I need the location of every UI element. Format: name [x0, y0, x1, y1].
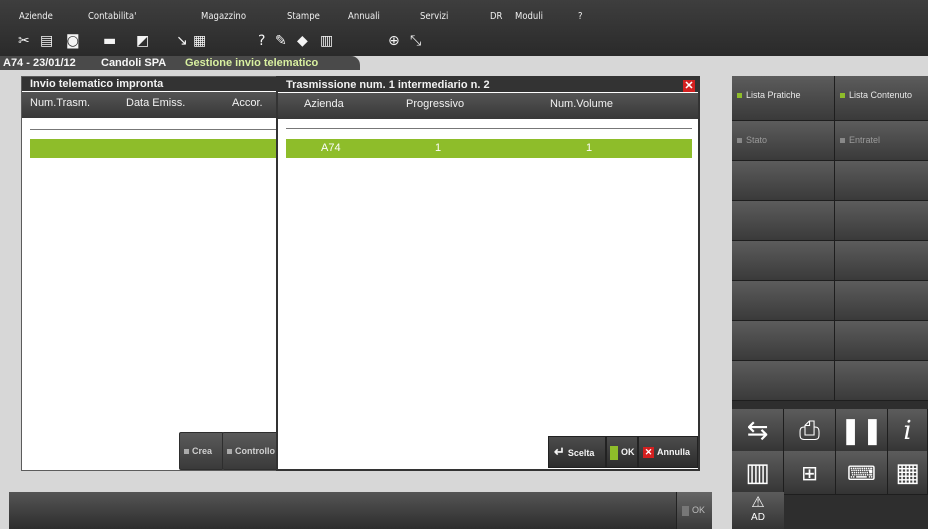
pause-icon[interactable]: ❚❚	[836, 409, 888, 453]
column-header: Num.Trasm. Data Emiss. Accor.	[22, 92, 278, 118]
col-progressivo[interactable]: Progressivo	[406, 98, 464, 110]
panel-title: Invio telematico impronta	[22, 77, 278, 91]
barcode-icon[interactable]: ▥	[732, 451, 784, 495]
document-icon[interactable]: ▤	[40, 33, 53, 49]
info-icon[interactable]: i	[888, 409, 928, 453]
menu-stampe[interactable]: Stampe	[287, 11, 320, 22]
breadcrumb-module: Gestione invio telematico	[185, 57, 319, 69]
keyboard-icon[interactable]: ⌨	[836, 451, 888, 495]
import-icon[interactable]: ◩	[136, 33, 149, 49]
enter-icon: ↵	[554, 444, 565, 459]
fullscreen-icon[interactable]: ⤡	[410, 33, 421, 49]
zoom-icon[interactable]: ⊕	[388, 33, 400, 49]
close-icon[interactable]: ✕	[683, 80, 695, 92]
breadcrumb: A74 - 23/01/12 Candoli SPA Gestione invi…	[0, 56, 360, 70]
menu-help[interactable]: ?	[578, 11, 583, 22]
menu-bar: Aziende Contabilita' Magazzino Stampe An…	[0, 0, 928, 56]
cursor-icon[interactable]: ↘	[176, 33, 188, 49]
breadcrumb-company: A74 - 23/01/12	[3, 57, 76, 69]
controllo-button[interactable]: Controllo	[222, 432, 280, 470]
save-icon[interactable]: ◙	[66, 33, 80, 49]
menu-aziende[interactable]: Aziende	[19, 11, 53, 22]
col-num-volume[interactable]: Num.Volume	[550, 98, 613, 110]
ok-square-icon	[610, 445, 618, 460]
ad-label: AD	[751, 512, 765, 523]
dialog-column-header: Azienda Progressivo Num.Volume	[278, 93, 698, 119]
edit-icon[interactable]: ✎	[275, 33, 287, 49]
scan-icon[interactable]: ⊞	[784, 451, 836, 495]
col-data-emiss[interactable]: Data Emiss.	[126, 97, 185, 109]
lista-pratiche-button[interactable]: Lista Pratiche	[732, 76, 835, 121]
invio-telematico-panel: Invio telematico impronta Num.Trasm. Dat…	[21, 76, 280, 471]
document-search-icon[interactable]: ⎙	[784, 409, 836, 453]
cell-volume: 1	[586, 142, 593, 154]
calculator-icon[interactable]: ▥	[320, 33, 333, 49]
empty-button[interactable]	[732, 201, 835, 241]
entratel-button[interactable]: Entratel	[835, 121, 928, 161]
crea-button[interactable]: Crea	[179, 432, 224, 470]
dialog-title: Trasmissione num. 1 intermediario n. 2	[278, 78, 698, 92]
print-icon[interactable]: ▬	[103, 33, 116, 49]
menu-magazzino[interactable]: Magazzino	[201, 11, 246, 22]
scissors-icon[interactable]: ✂	[18, 33, 30, 49]
empty-button[interactable]	[732, 361, 835, 401]
menu-annuali[interactable]: Annuali	[348, 11, 380, 22]
table-row[interactable]	[30, 139, 278, 158]
empty-button[interactable]	[835, 201, 928, 241]
cell-azienda: A74	[321, 142, 341, 154]
trasmissione-dialog: Trasmissione num. 1 intermediario n. 2 ✕…	[276, 76, 700, 471]
empty-button[interactable]	[835, 241, 928, 281]
empty-button[interactable]	[732, 241, 835, 281]
stato-button[interactable]: Stato	[732, 121, 835, 161]
menu-contabilita[interactable]: Contabilita'	[88, 11, 136, 22]
menu-dr[interactable]: DR	[490, 11, 502, 22]
menu-moduli[interactable]: Moduli	[515, 11, 543, 22]
empty-button[interactable]	[732, 281, 835, 321]
bottom-bar	[9, 492, 676, 529]
bottom-ok-button[interactable]: OK	[676, 492, 712, 529]
empty-button[interactable]	[732, 161, 835, 201]
scelta-button[interactable]: ↵ Scelta	[548, 436, 606, 468]
empty-button[interactable]	[835, 321, 928, 361]
empty-button[interactable]	[732, 321, 835, 361]
cell-progressivo: 1	[435, 142, 442, 154]
table-row[interactable]: A74 1 1	[286, 139, 692, 158]
empty-button[interactable]	[835, 161, 928, 201]
keypad-icon[interactable]: ▦	[888, 451, 928, 495]
empty-button[interactable]	[835, 281, 928, 321]
warning-icon: ⚠	[751, 494, 765, 511]
right-command-panel: Lista Pratiche Lista Contenuto Stato Ent…	[732, 76, 928, 529]
car-icon[interactable]: ◆	[297, 33, 308, 49]
cancel-icon: ✕	[643, 447, 654, 458]
empty-button[interactable]	[835, 361, 928, 401]
warning-ad-button[interactable]: ⚠ AD	[732, 492, 784, 529]
divider	[30, 129, 278, 130]
lista-contenuto-button[interactable]: Lista Contenuto	[835, 76, 928, 121]
annulla-button[interactable]: ✕ Annulla	[638, 436, 698, 468]
col-azienda[interactable]: Azienda	[304, 98, 344, 110]
transfer-icon[interactable]: ⇆	[732, 409, 784, 453]
col-accor[interactable]: Accor.	[232, 97, 263, 109]
help-icon[interactable]: ?	[258, 33, 265, 49]
divider	[286, 128, 692, 129]
col-num-trasm[interactable]: Num.Trasm.	[30, 97, 90, 109]
table-icon[interactable]: ▦	[193, 33, 206, 49]
menu-servizi[interactable]: Servizi	[420, 11, 448, 22]
ok-button[interactable]: OK	[606, 436, 638, 468]
breadcrumb-name: Candoli SPA	[101, 57, 167, 69]
